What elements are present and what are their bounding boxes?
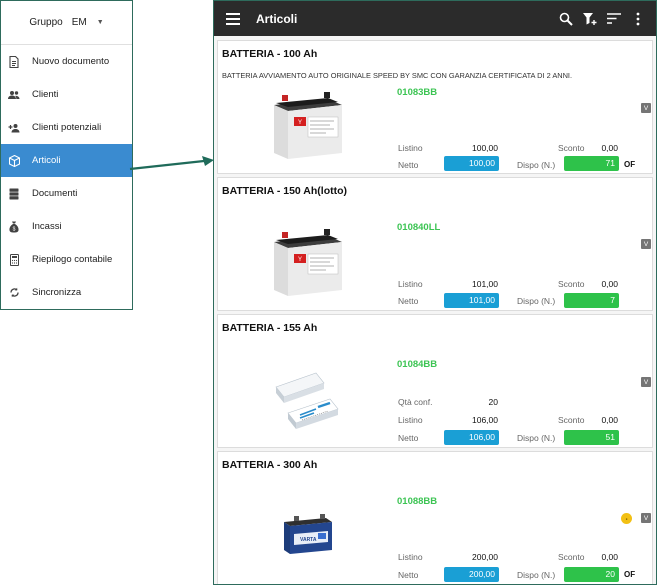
svg-text:$: $ — [13, 226, 16, 232]
group-selector[interactable]: Gruppo EM ▼ — [1, 1, 132, 45]
sync-icon — [8, 287, 20, 299]
sconto-value: 0,00 — [601, 279, 618, 289]
listino-value: 200,00 — [472, 552, 498, 562]
listino-value: 101,00 — [472, 279, 498, 289]
svg-text:VARTA: VARTA — [300, 537, 317, 543]
connector-arrow-icon — [129, 156, 214, 171]
article-name: BATTERIA - 100 Ah — [222, 48, 318, 60]
person-add-icon — [8, 122, 20, 134]
netto-value: 100,00 — [444, 156, 499, 171]
storage-icon — [8, 188, 20, 200]
qta-conf-label: Qtà conf. — [398, 397, 433, 407]
variant-badge[interactable]: V — [641, 103, 651, 113]
dispo-label: Dispo (N.) — [517, 433, 556, 443]
more-vert-icon[interactable] — [630, 11, 646, 27]
nav-item-clienti-potenziali[interactable]: Clienti potenziali — [1, 111, 132, 144]
article-code: 01084BB — [397, 359, 438, 370]
article-description: BATTERIA AVVIAMENTO AUTO ORIGINALE SPEED… — [222, 71, 573, 80]
article-card[interactable]: BATTERIA - 100 Ah BATTERIA AVVIAMENTO AU… — [217, 40, 653, 174]
netto-value: 101,00 — [444, 293, 499, 308]
article-code: 01088BB — [397, 496, 438, 507]
dispo-value: 20 — [564, 567, 619, 582]
article-name: BATTERIA - 300 Ah — [222, 459, 318, 471]
listino-label: Listino — [398, 279, 423, 289]
navigation-drawer: Gruppo EM ▼ Nuovo documento Clienti Clie… — [0, 0, 133, 310]
sort-icon[interactable] — [606, 11, 622, 27]
calculator-icon — [8, 253, 20, 266]
search-icon[interactable] — [558, 11, 574, 27]
nav-item-riepilogo-contabile[interactable]: Riepilogo contabile — [1, 243, 132, 276]
listino-label: Listino — [398, 552, 423, 562]
articoli-screen: Articoli BATTERIA - 100 Ah BATTERIA AVVI… — [213, 0, 657, 585]
listino-value: 100,00 — [472, 143, 498, 153]
netto-label: Netto — [398, 160, 419, 170]
nav-item-label: Incassi — [32, 221, 62, 232]
group-value: EM — [71, 17, 87, 28]
hamburger-menu-icon[interactable] — [226, 12, 240, 25]
nav-item-label: Riepilogo contabile — [32, 254, 113, 265]
netto-label: Netto — [398, 296, 419, 306]
cube-icon — [8, 154, 20, 167]
of-flag: OF — [624, 570, 636, 579]
nav-item-nuovo-documento[interactable]: Nuovo documento — [1, 45, 132, 78]
money-bag-icon: $ — [8, 221, 20, 233]
group-label: Gruppo — [29, 17, 63, 28]
coin-icon: ● — [621, 513, 632, 524]
nav-item-articoli[interactable]: Articoli — [1, 144, 132, 177]
nav-item-label: Articoli — [32, 155, 61, 166]
listino-value: 106,00 — [472, 415, 498, 425]
nav-item-label: Clienti — [32, 89, 59, 100]
netto-label: Netto — [398, 433, 419, 443]
nav-item-clienti[interactable]: Clienti — [1, 78, 132, 111]
svg-text:Y: Y — [298, 120, 302, 126]
ups-battery-image: Y — [268, 226, 346, 303]
dispo-value: 51 — [564, 430, 619, 445]
variant-badge[interactable]: V — [641, 239, 651, 249]
sconto-value: 0,00 — [601, 552, 618, 562]
nav-item-label: Clienti potenziali — [32, 122, 102, 133]
phone-battery-image — [272, 367, 342, 440]
app-bar: Articoli — [214, 1, 656, 36]
netto-value: 200,00 — [444, 567, 499, 582]
netto-value: 106,00 — [444, 430, 499, 445]
article-card[interactable]: BATTERIA - 300 Ah VARTA 01088BB ● V List… — [217, 451, 653, 584]
article-code: 01083BB — [397, 87, 438, 98]
add-filter-icon[interactable] — [582, 11, 598, 27]
variant-badge[interactable]: V — [641, 513, 651, 523]
ups-battery-image: Y — [268, 89, 346, 166]
listino-label: Listino — [398, 415, 423, 425]
dropdown-caret-icon: ▼ — [96, 19, 104, 26]
article-name: BATTERIA - 155 Ah — [222, 322, 318, 334]
qta-conf-value: 20 — [488, 397, 498, 407]
nav-item-documenti[interactable]: Documenti — [1, 177, 132, 210]
listino-label: Listino — [398, 143, 423, 153]
document-icon — [8, 55, 20, 68]
nav-item-label: Sincronizza — [32, 287, 82, 298]
dispo-label: Dispo (N.) — [517, 570, 556, 580]
car-battery-image: VARTA — [282, 514, 334, 563]
sconto-value: 0,00 — [601, 415, 618, 425]
page-title: Articoli — [256, 11, 298, 26]
article-card[interactable]: BATTERIA - 150 Ah(lotto) Y 010840LL V Li… — [217, 177, 653, 311]
article-card[interactable]: BATTERIA - 155 Ah 01084BB V Qtà conf. 20… — [217, 314, 653, 448]
nav-item-sincronizza[interactable]: Sincronizza — [1, 276, 132, 309]
of-flag: OF — [624, 160, 636, 169]
article-code: 010840LL — [397, 222, 441, 233]
dispo-label: Dispo (N.) — [517, 296, 556, 306]
sconto-value: 0,00 — [601, 143, 618, 153]
dispo-label: Dispo (N.) — [517, 160, 556, 170]
dispo-value: 7 — [564, 293, 619, 308]
svg-text:Y: Y — [298, 257, 302, 263]
nav-item-label: Documenti — [32, 188, 78, 199]
people-icon — [8, 89, 20, 101]
nav-item-label: Nuovo documento — [32, 56, 110, 67]
dispo-value: 71 — [564, 156, 619, 171]
variant-badge[interactable]: V — [641, 377, 651, 387]
netto-label: Netto — [398, 570, 419, 580]
article-name: BATTERIA - 150 Ah(lotto) — [222, 185, 348, 197]
nav-item-incassi[interactable]: $ Incassi — [1, 210, 132, 243]
